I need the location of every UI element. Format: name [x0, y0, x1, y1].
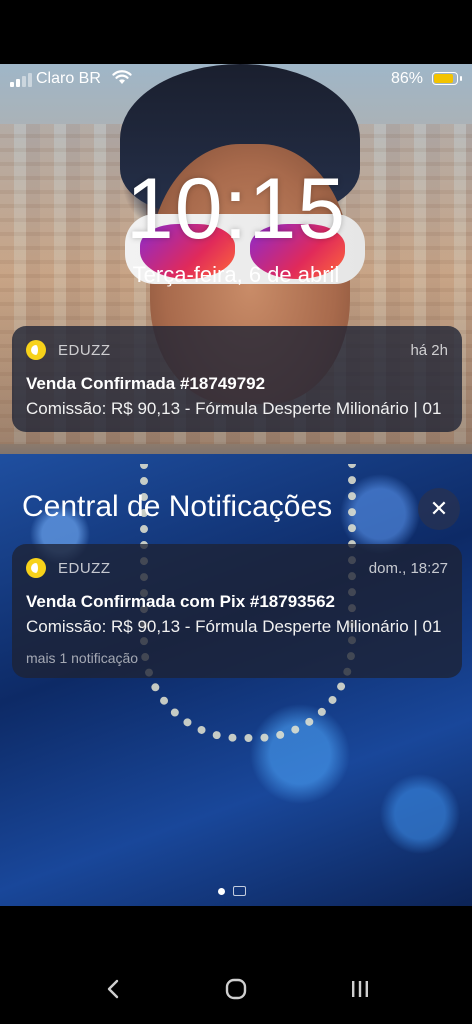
notification-time: dom., 18:27	[368, 559, 448, 577]
lock-clock: 10:15	[125, 161, 347, 257]
page-dot	[218, 887, 225, 895]
notification-body: Comissão: R$ 90,13 - Fórmula Desperte Mi…	[26, 399, 442, 418]
back-icon[interactable]	[105, 978, 121, 1005]
carrier-name: Claro BR	[36, 70, 101, 87]
camera-icon	[233, 886, 246, 896]
home-icon[interactable]	[225, 978, 247, 1005]
recents-icon[interactable]	[349, 978, 371, 1005]
signal-icon	[10, 73, 32, 87]
notification-time: há 2h	[410, 341, 448, 359]
close-icon[interactable]: ✕	[418, 488, 460, 530]
battery-percent: 86%	[391, 70, 424, 87]
notification-body: Comissão: R$ 90,13 - Fórmula Desperte Mi…	[26, 617, 442, 636]
notification-title: Venda Confirmada #18749792	[26, 374, 266, 393]
notification-app-name: EDUZZ	[58, 559, 111, 577]
more-notifications-label[interactable]: mais 1 notificação	[26, 650, 448, 666]
eduzz-app-icon	[26, 558, 46, 578]
lock-date: Terça-feira, 6 de abril	[132, 262, 340, 287]
eduzz-app-icon	[26, 340, 46, 360]
navigation-bar	[0, 906, 472, 1024]
notification-title: Venda Confirmada com Pix #18793562	[26, 592, 335, 611]
notification-card[interactable]: EDUZZ há 2h Venda Confirmada #18749792 C…	[12, 326, 462, 432]
notification-center-title: Central de Notificações	[22, 490, 333, 523]
page-indicator	[218, 886, 246, 896]
wifi-icon	[112, 69, 132, 90]
battery-icon	[432, 72, 462, 85]
status-bar: Claro BR 86%	[0, 64, 472, 94]
notification-stack[interactable]: EDUZZ dom., 18:27 Venda Confirmada com P…	[12, 544, 462, 678]
notification-app-name: EDUZZ	[58, 341, 111, 359]
